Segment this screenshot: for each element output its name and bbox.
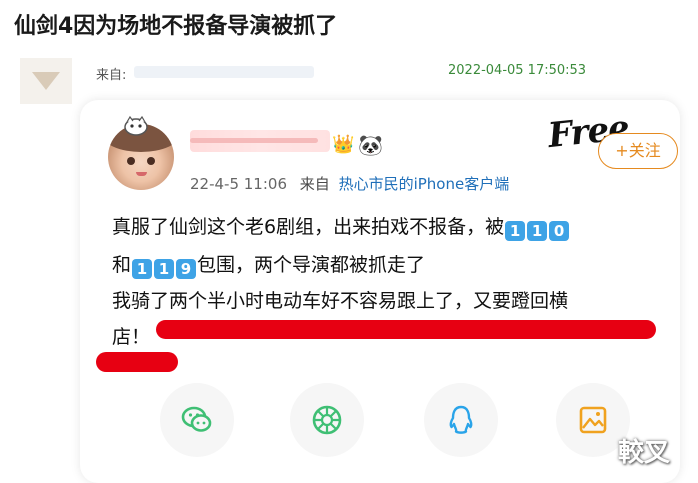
share-qq-button[interactable]	[424, 383, 498, 457]
post-source-link[interactable]: 热心市民的iPhone客户端	[339, 175, 510, 193]
headline: 仙剑4因为场地不报备导演被抓了	[14, 14, 338, 39]
post-line-3: 我骑了两个半小时电动车好不容易跟上了，又要蹬回横	[112, 290, 569, 312]
panda-badge-icon: 🐼	[358, 133, 383, 157]
post-line-2-prefix: 和	[112, 254, 132, 276]
keycap-1: 1	[527, 221, 548, 241]
redaction-mark	[96, 352, 178, 372]
keycap-0: 0	[549, 221, 570, 241]
share-moments-button[interactable]	[290, 383, 364, 457]
post-line-1-text: 真服了仙剑这个老6剧组，出来拍戏不报备，被	[112, 216, 505, 238]
keycap-1: 1	[154, 259, 175, 279]
keycap-1: 1	[505, 221, 526, 241]
source-thumbnail	[20, 58, 72, 104]
keycap-1: 1	[132, 259, 153, 279]
pet-decoration-icon	[124, 115, 148, 136]
crown-badge-icon: 👑	[332, 134, 355, 155]
watermark: 較叉	[618, 438, 671, 468]
follow-button[interactable]: +关注	[598, 133, 678, 169]
source-name-redacted	[134, 66, 314, 78]
post-line-4: 店！	[112, 326, 151, 348]
post-line-2: 和 1 1 9 包围，两个导演都被抓走了	[112, 250, 425, 279]
share-wechat-button[interactable]	[160, 383, 234, 457]
redaction-mark	[156, 320, 656, 339]
source-label: 来自:	[96, 68, 127, 83]
save-image-icon	[579, 406, 607, 434]
wechat-icon	[181, 406, 212, 432]
post-via: 来自	[299, 175, 330, 193]
keycap-9: 9	[176, 259, 197, 279]
post-date: 22-4-5 11:06	[190, 175, 287, 193]
username-redacted[interactable]	[190, 130, 330, 152]
qq-icon	[449, 405, 473, 434]
post-line-2-suffix: 包围，两个导演都被抓走了	[197, 254, 426, 276]
moments-icon	[312, 405, 342, 435]
post-meta: 22-4-5 11:06 来自 热心市民的iPhone客户端	[190, 173, 509, 194]
source-datetime: 2022-04-05 17:50:53	[448, 63, 587, 78]
post-line-1: 真服了仙剑这个老6剧组，出来拍戏不报备，被 1 1 0	[112, 212, 570, 241]
